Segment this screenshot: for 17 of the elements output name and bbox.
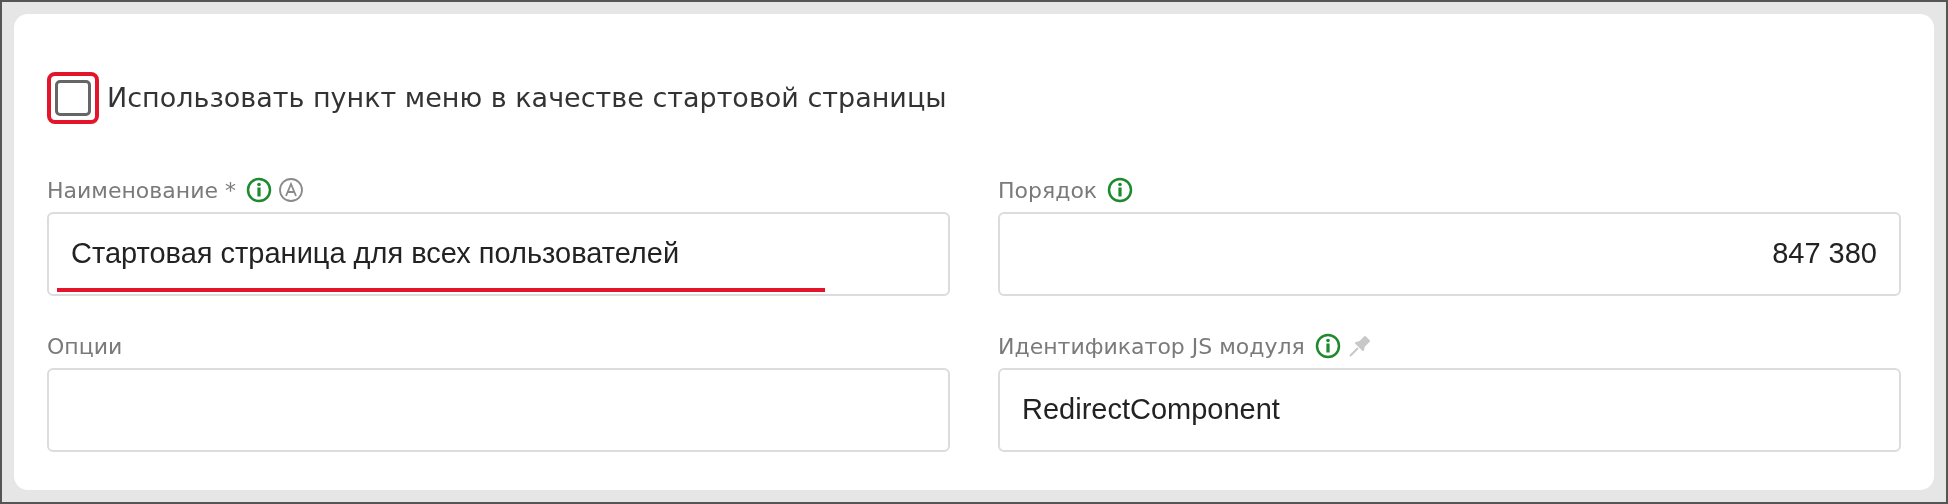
field-value: RedirectComponent <box>1022 392 1280 428</box>
info-icon[interactable] <box>1314 333 1341 359</box>
info-icon[interactable] <box>245 177 272 203</box>
input-field[interactable]: 847 380 <box>998 212 1901 296</box>
field-label: Опции <box>47 332 123 361</box>
checkbox[interactable] <box>55 80 91 116</box>
field-label: Наименование * <box>47 176 236 205</box>
info-icon[interactable] <box>1107 177 1134 203</box>
field-value: Стартовая страница для всех пользователей <box>71 236 680 272</box>
input-field[interactable] <box>47 368 950 452</box>
letter-a-icon[interactable] <box>277 177 304 203</box>
input-field[interactable]: RedirectComponent <box>998 368 1901 452</box>
checkbox-label: Использовать пункт меню в качестве стартовой страницы <box>107 80 947 115</box>
input-field[interactable]: Стартовая страница для всех пользователей <box>47 212 950 296</box>
field-label: Идентификатор JS модуля <box>998 332 1305 361</box>
field-value: 847 380 <box>1772 236 1877 272</box>
field-label: Порядок <box>998 176 1098 205</box>
